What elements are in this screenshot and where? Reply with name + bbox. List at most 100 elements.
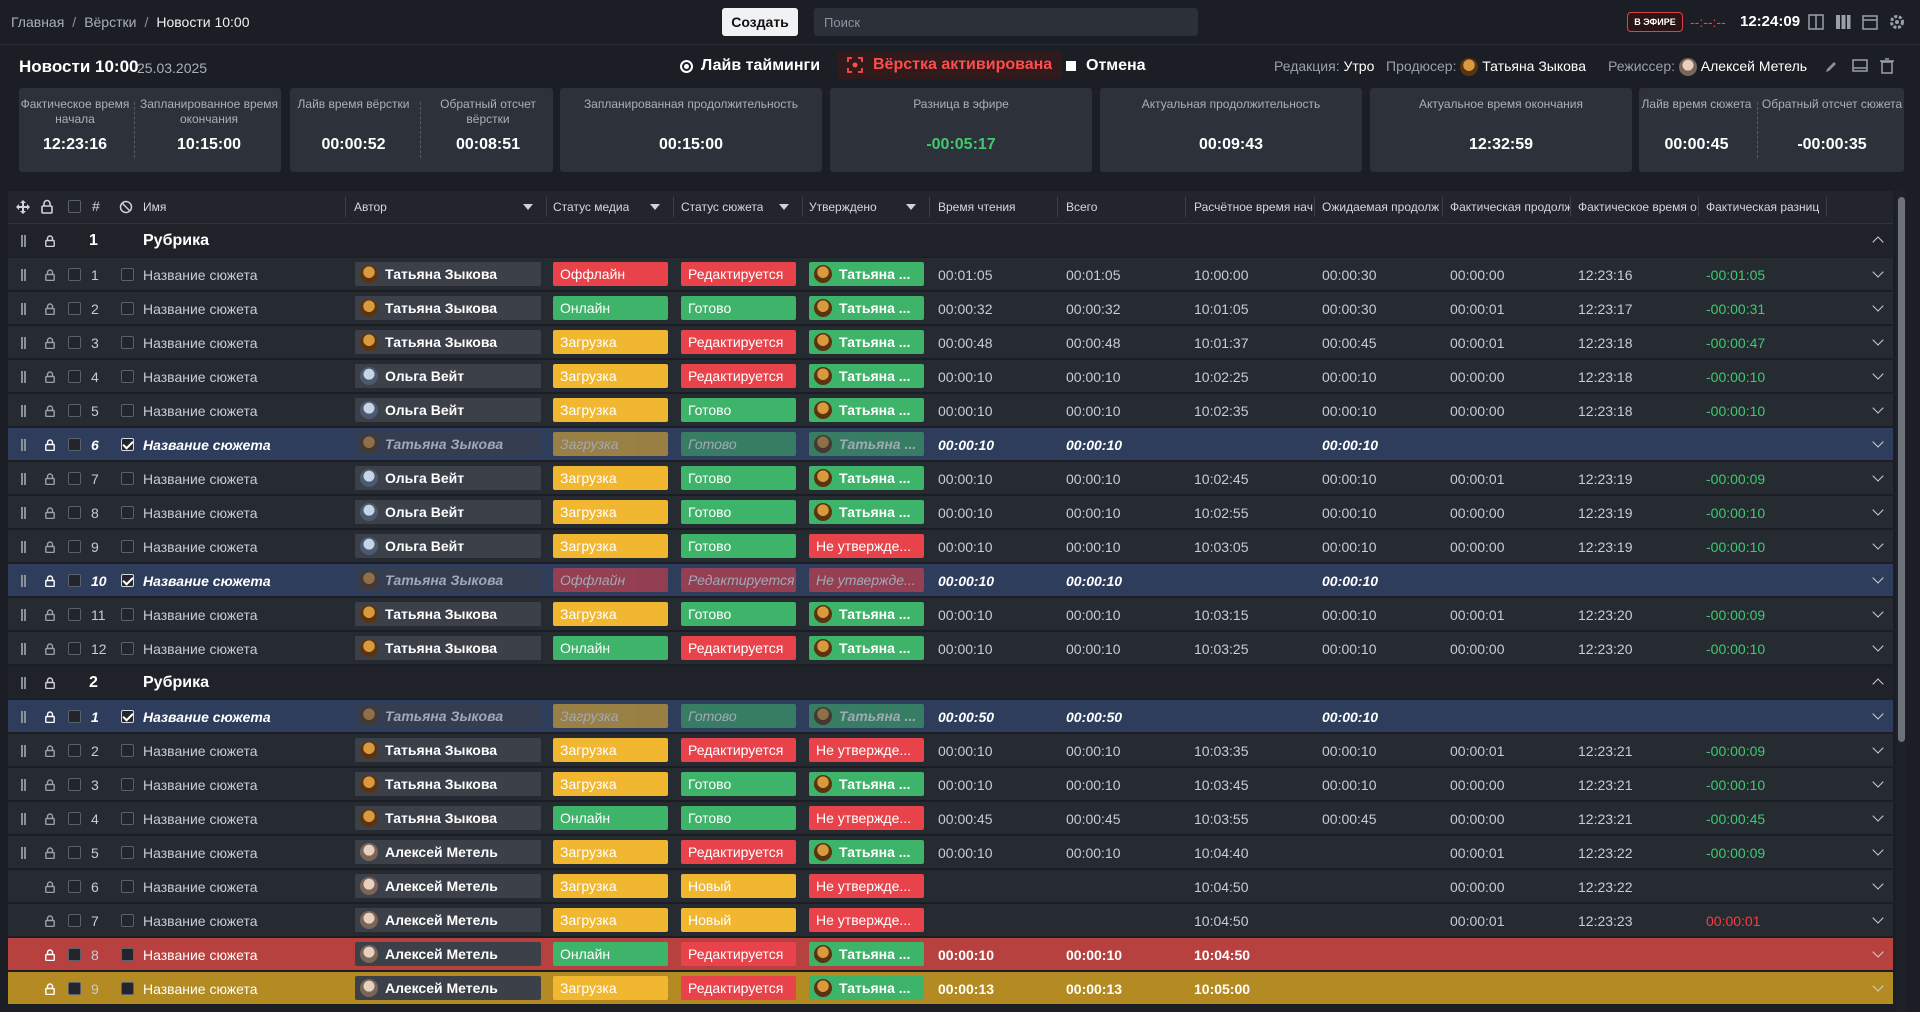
trash-icon[interactable] xyxy=(1878,57,1896,75)
story-status-pill[interactable]: Готово xyxy=(681,772,796,796)
approved-status-pill[interactable]: Татьяна ... xyxy=(809,398,924,422)
drag-handle[interactable] xyxy=(21,439,26,451)
approved-status-pill[interactable]: Татьяна ... xyxy=(809,500,924,524)
drag-handle[interactable] xyxy=(21,371,26,383)
row-select-checkbox[interactable] xyxy=(121,608,134,621)
story-name[interactable]: Название сюжета xyxy=(143,403,258,419)
approved-status-pill[interactable]: Татьяна ... xyxy=(809,466,924,490)
row-select-checkbox[interactable] xyxy=(121,948,134,961)
author-chip[interactable]: Ольга Вейт xyxy=(355,534,541,558)
lock-icon[interactable] xyxy=(45,608,55,622)
row-lock-checkbox[interactable] xyxy=(68,642,81,655)
lock-icon[interactable] xyxy=(45,472,55,486)
table-row[interactable]: 6 Название сюжета Татьяна Зыкова Загрузка Го… xyxy=(8,428,1893,461)
approved-status-pill[interactable]: Татьяна ... xyxy=(809,840,924,864)
row-select-checkbox[interactable] xyxy=(121,846,134,859)
column-name[interactable]: Имя xyxy=(143,200,166,214)
table-row[interactable]: 3 Название сюжета Татьяна Зыкова Загрузка Го… xyxy=(8,768,1893,801)
author-chip[interactable]: Алексей Метель xyxy=(355,976,541,1000)
approved-status-pill[interactable]: Татьяна ... xyxy=(809,364,924,388)
table-row[interactable]: 2 Название сюжета Татьяна Зыкова Онлайн Гото… xyxy=(8,292,1893,325)
media-status-pill[interactable]: Загрузка xyxy=(553,534,668,558)
approved-status-pill[interactable]: Татьяна ... xyxy=(809,262,924,286)
columns-icon[interactable] xyxy=(1833,12,1853,32)
row-lock-checkbox[interactable] xyxy=(68,472,81,485)
story-status-pill[interactable]: Готово xyxy=(681,534,796,558)
row-select-checkbox[interactable] xyxy=(121,438,134,451)
lock-icon[interactable] xyxy=(45,744,55,758)
chevron-down-icon[interactable] xyxy=(1872,300,1884,312)
story-status-pill[interactable]: Редактируется xyxy=(681,738,796,762)
scrollbar[interactable] xyxy=(1896,191,1906,1012)
table-row[interactable]: 11 Название сюжета Татьяна Зыкова Загрузка Г… xyxy=(8,598,1893,631)
story-name[interactable]: Название сюжета xyxy=(143,539,258,555)
chevron-down-icon[interactable] xyxy=(1872,538,1884,550)
story-status-pill[interactable]: Редактируется xyxy=(681,568,796,592)
drag-handle[interactable] xyxy=(21,745,26,757)
approved-status-pill[interactable]: Татьяна ... xyxy=(809,976,924,1000)
table-row[interactable]: 1 Название сюжета Татьяна Зыкова Оффлайн Ред… xyxy=(8,258,1893,291)
story-name[interactable]: Название сюжета xyxy=(143,437,271,453)
story-status-pill[interactable]: Готово xyxy=(681,704,796,728)
approved-status-pill[interactable]: Не утвержде... xyxy=(809,738,924,762)
lock-icon[interactable] xyxy=(45,710,55,724)
row-select-checkbox[interactable] xyxy=(121,778,134,791)
story-name[interactable]: Название сюжета xyxy=(143,845,258,861)
chevron-up-icon[interactable] xyxy=(1872,236,1884,248)
approved-status-pill[interactable]: Не утвержде... xyxy=(809,534,924,558)
row-select-checkbox[interactable] xyxy=(121,302,134,315)
story-status-pill[interactable]: Готово xyxy=(681,602,796,626)
author-chip[interactable]: Татьяна Зыкова xyxy=(355,806,541,830)
chevron-down-icon[interactable] xyxy=(1872,810,1884,822)
media-status-pill[interactable]: Загрузка xyxy=(553,976,668,1000)
row-lock-checkbox[interactable] xyxy=(68,608,81,621)
media-status-pill[interactable]: Загрузка xyxy=(553,398,668,422)
author-chip[interactable]: Алексей Метель xyxy=(355,942,541,966)
chevron-up-icon[interactable] xyxy=(1872,678,1884,690)
column-total[interactable]: Всего xyxy=(1066,200,1186,214)
table-row[interactable]: 8 Название сюжета Алексей Метель Онлайн Реда… xyxy=(8,938,1893,971)
story-name[interactable]: Название сюжета xyxy=(143,709,271,725)
author-chip[interactable]: Алексей Метель xyxy=(355,840,541,864)
row-select-checkbox[interactable] xyxy=(121,982,134,995)
lock-icon[interactable] xyxy=(45,914,55,928)
row-select-checkbox[interactable] xyxy=(121,880,134,893)
column-author[interactable]: Автор xyxy=(354,200,387,214)
approved-status-pill[interactable]: Татьяна ... xyxy=(809,296,924,320)
author-chip[interactable]: Ольга Вейт xyxy=(355,500,541,524)
approved-status-pill[interactable]: Татьяна ... xyxy=(809,942,924,966)
cancel-button[interactable]: Отмена xyxy=(1066,57,1146,75)
drag-handle[interactable] xyxy=(21,337,26,349)
chevron-down-icon[interactable] xyxy=(1872,708,1884,720)
drag-handle[interactable] xyxy=(21,541,26,553)
story-status-pill[interactable]: Новый xyxy=(681,908,796,932)
row-select-checkbox[interactable] xyxy=(121,744,134,757)
story-name[interactable]: Название сюжета xyxy=(143,981,258,997)
media-status-pill[interactable]: Загрузка xyxy=(553,330,668,354)
media-status-pill[interactable]: Онлайн xyxy=(553,942,668,966)
story-name[interactable]: Название сюжета xyxy=(143,369,258,385)
row-lock-checkbox[interactable] xyxy=(68,268,81,281)
media-status-pill[interactable]: Загрузка xyxy=(553,908,668,932)
media-status-pill[interactable]: Онлайн xyxy=(553,806,668,830)
author-chip[interactable]: Татьяна Зыкова xyxy=(355,602,541,626)
story-name[interactable]: Название сюжета xyxy=(143,607,258,623)
table-row[interactable]: 6 Название сюжета Алексей Метель Загрузка Но… xyxy=(8,870,1893,903)
drag-handle[interactable] xyxy=(21,779,26,791)
row-lock-checkbox[interactable] xyxy=(68,982,81,995)
row-lock-checkbox[interactable] xyxy=(68,302,81,315)
author-chip[interactable]: Татьяна Зыкова xyxy=(355,296,541,320)
lock-icon[interactable] xyxy=(45,404,55,418)
drag-handle[interactable] xyxy=(21,711,26,723)
approved-status-pill[interactable]: Татьяна ... xyxy=(809,602,924,626)
table-row[interactable]: 5 Название сюжета Алексей Метель Загрузка Ре… xyxy=(8,836,1893,869)
chevron-down-icon[interactable] xyxy=(1872,368,1884,380)
table-row[interactable]: 7 Название сюжета Алексей Метель Загрузка Но… xyxy=(8,904,1893,937)
lock-icon[interactable] xyxy=(45,846,55,860)
author-chip[interactable]: Татьяна Зыкова xyxy=(355,330,541,354)
table-row[interactable]: 10 Название сюжета Татьяна Зыкова Оффлайн Ре… xyxy=(8,564,1893,597)
story-name[interactable]: Название сюжета xyxy=(143,505,258,521)
breadcrumb-layouts[interactable]: Вёрстки xyxy=(84,14,136,30)
story-status-pill[interactable]: Новый xyxy=(681,874,796,898)
drag-handle[interactable] xyxy=(21,507,26,519)
